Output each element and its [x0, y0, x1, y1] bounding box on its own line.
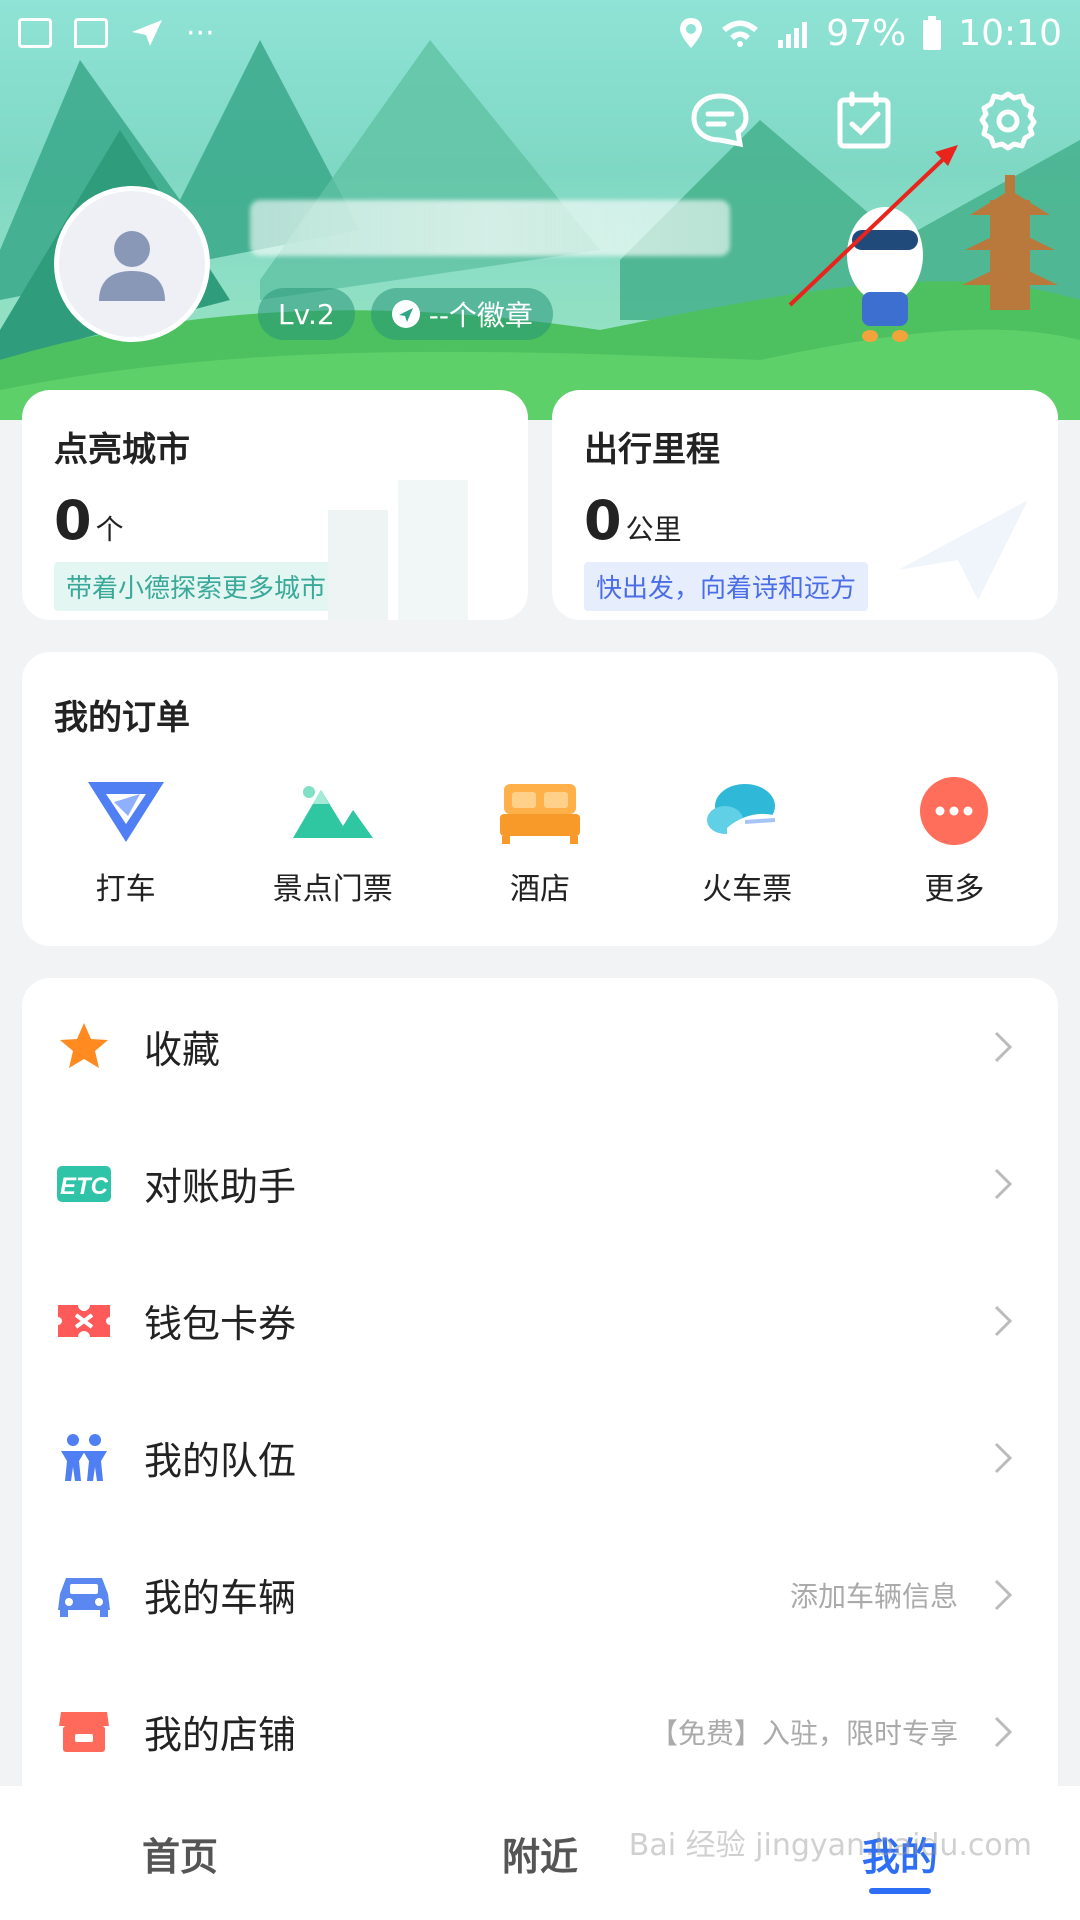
order-label: 火车票 — [702, 872, 793, 907]
tab-home[interactable]: 首页 — [0, 1786, 360, 1920]
stat-title: 点亮城市 — [54, 430, 190, 470]
orders-title: 我的订单 — [54, 698, 190, 738]
avatar[interactable] — [54, 186, 210, 342]
location-icon — [680, 18, 703, 48]
svg-text:ETC: ETC — [60, 1173, 109, 1200]
send-icon — [132, 20, 162, 46]
stat-value: 0 — [54, 489, 92, 552]
menu-item-my-shop[interactable]: 我的店铺 【免费】入驻，限时专享 — [22, 1663, 1058, 1800]
wifi-icon — [722, 20, 759, 47]
scenic-ticket-icon — [292, 786, 373, 838]
order-taxi[interactable]: 打车 — [36, 776, 216, 908]
profile-header: ··· 97% 10:10 Lv.2 --个徽章 — [0, 0, 1080, 420]
badge-icon — [391, 300, 420, 328]
profile-badges: Lv.2 --个徽章 — [258, 288, 553, 340]
menu-item-label: 收藏 — [144, 1028, 221, 1072]
team-icon — [61, 1433, 107, 1481]
tab-label: 附近 — [501, 1834, 578, 1879]
lit-cities-card[interactable]: 点亮城市 0 个 带着小德探索更多城市 — [22, 390, 528, 620]
stat-unit: 公里 — [625, 513, 682, 546]
nickname-blurred — [250, 200, 730, 256]
menu-item-hint: 【免费】入驻，限时专享 — [649, 1716, 958, 1750]
battery-icon — [923, 16, 942, 50]
order-label: 景点门票 — [272, 872, 393, 907]
chevron-right-icon — [994, 1442, 1013, 1473]
order-label: 更多 — [924, 872, 985, 907]
menu-item-label: 我的车辆 — [144, 1576, 297, 1620]
tab-label: 首页 — [141, 1834, 218, 1879]
stat-value: 0 — [584, 489, 622, 552]
hotel-bed-icon — [499, 784, 580, 844]
shop-icon — [59, 1711, 109, 1752]
watermark: Bai 经验 jingyan.baidu.com — [628, 1828, 1032, 1863]
header-actions — [688, 88, 1040, 152]
menu-item-favorites[interactable]: 收藏 — [22, 978, 1058, 1115]
order-hotel[interactable]: 酒店 — [450, 776, 630, 908]
city-building-icon — [328, 480, 468, 620]
chevron-right-icon — [994, 1031, 1013, 1062]
chevron-right-icon — [994, 1579, 1013, 1610]
train-icon — [707, 784, 786, 836]
menu-item-label: 钱包卡券 — [144, 1302, 297, 1346]
order-train[interactable]: 火车票 — [657, 776, 837, 908]
signal-icon — [778, 22, 808, 48]
stat-tagline: 带着小德探索更多城市 — [54, 562, 339, 611]
menu-item-my-team[interactable]: 我的队伍 — [22, 1389, 1058, 1526]
user-silhouette-icon — [99, 231, 165, 301]
message-icon — [74, 18, 108, 48]
chevron-right-icon — [994, 1168, 1013, 1199]
order-more[interactable]: 更多 — [864, 776, 1044, 908]
badge-pill[interactable]: --个徽章 — [370, 288, 553, 340]
paper-plane-icon — [898, 500, 1028, 600]
etc-icon: ETC — [57, 1165, 111, 1202]
car-icon — [58, 1577, 110, 1617]
more-icon — [920, 777, 989, 845]
menu-list: 收藏 ETC 对账助手 钱包卡券 我的队伍 我的车辆 添加车辆信息 我的店铺 【… — [22, 978, 1058, 1808]
stat-tagline: 快出发，向着诗和远方 — [584, 562, 869, 611]
battery-percent: 97% — [826, 12, 907, 54]
order-label: 酒店 — [509, 872, 570, 907]
ticket-icon — [58, 1304, 110, 1337]
gallery-icon — [18, 18, 52, 48]
status-bar: ··· 97% 10:10 — [0, 0, 1080, 66]
badge-count-label: --个徽章 — [428, 299, 533, 332]
order-label: 打车 — [95, 872, 156, 907]
stat-title: 出行里程 — [584, 430, 720, 470]
chevron-right-icon — [994, 1716, 1013, 1747]
active-tab-indicator — [869, 1888, 931, 1894]
menu-item-my-vehicle[interactable]: 我的车辆 添加车辆信息 — [22, 1526, 1058, 1663]
taxi-icon — [87, 782, 164, 842]
menu-item-reconciliation[interactable]: ETC 对账助手 — [22, 1115, 1058, 1252]
stat-unit: 个 — [95, 513, 124, 546]
menu-item-wallet[interactable]: 钱包卡券 — [22, 1252, 1058, 1389]
message-bubble-icon[interactable] — [688, 88, 752, 152]
travel-mileage-card[interactable]: 出行里程 0 公里 快出发，向着诗和远方 — [552, 390, 1058, 620]
menu-item-hint: 添加车辆信息 — [789, 1579, 958, 1613]
more-dots-icon: ··· — [186, 15, 215, 51]
clock: 10:10 — [958, 12, 1062, 54]
menu-item-label: 对账助手 — [144, 1165, 297, 1209]
order-scenic-ticket[interactable]: 景点门票 — [243, 776, 423, 908]
my-orders-card: 我的订单 打车 景点门票 酒店 火车票 更多 — [22, 652, 1058, 946]
level-label: Lv.2 — [278, 297, 335, 331]
checkin-calendar-icon[interactable] — [832, 88, 896, 152]
settings-gear-icon[interactable] — [976, 88, 1040, 152]
menu-item-label: 我的队伍 — [144, 1439, 297, 1483]
menu-item-label: 我的店铺 — [144, 1713, 297, 1757]
chevron-right-icon — [994, 1305, 1013, 1336]
level-pill[interactable]: Lv.2 — [258, 288, 355, 340]
star-icon — [60, 1022, 108, 1068]
